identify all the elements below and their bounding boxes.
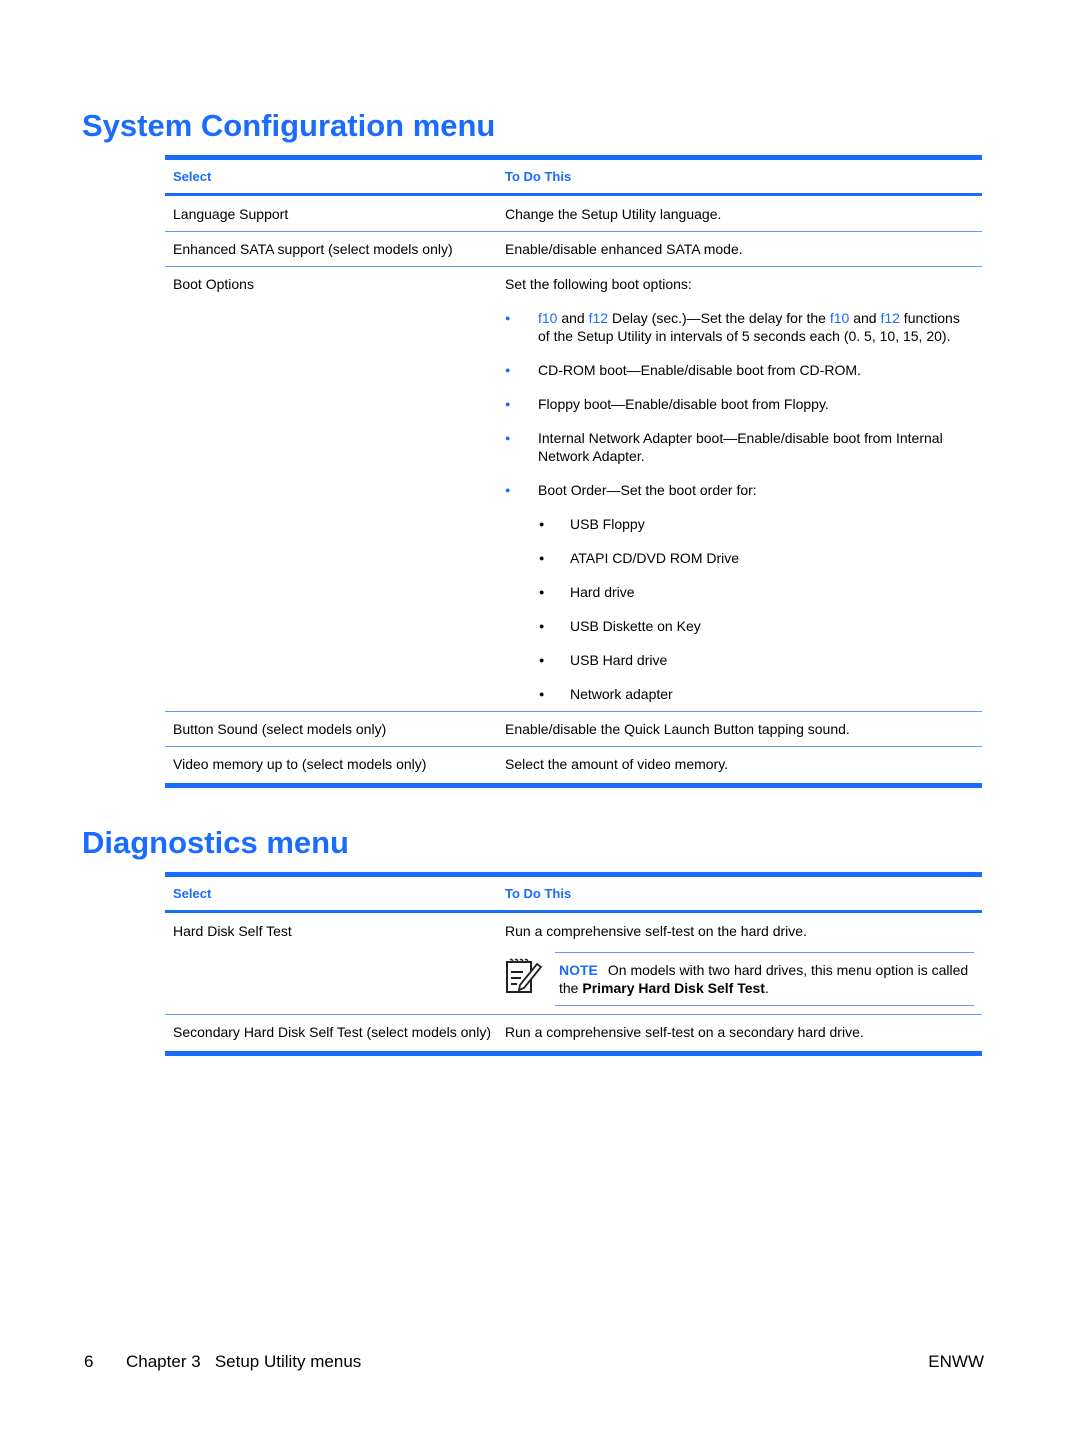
row-action: Run a comprehensive self-test on the har… (505, 922, 982, 1006)
table-row: Button Sound (select models only) Enable… (165, 712, 982, 747)
page-footer: 6 Chapter 3 Setup Utility menus ENWW (84, 1352, 984, 1372)
boot-options-intro: Set the following boot options: (505, 276, 692, 292)
row-select: Hard Disk Self Test (173, 923, 292, 939)
row-select: Video memory up to (select models only) (173, 756, 427, 772)
boot-options-list: f10 and f12 Delay (sec.)—Set the delay f… (505, 309, 974, 703)
row-action: Enable/disable the Quick Launch Button t… (505, 721, 850, 737)
diagnostics-table: Select To Do This Hard Disk Self Test Ru… (165, 872, 982, 1056)
list-item: USB Diskette on Key (538, 617, 974, 635)
list-item: Hard drive (538, 583, 974, 601)
row-action: Enable/disable enhanced SATA mode. (505, 241, 743, 257)
header-to-do-this: To Do This (505, 169, 572, 184)
system-configuration-table: Select To Do This Language Support Chang… (165, 155, 982, 788)
list-item: CD-ROM boot—Enable/disable boot from CD-… (505, 361, 974, 379)
table-row: Video memory up to (select models only) … (165, 747, 982, 783)
note-label: NOTE (559, 962, 598, 978)
note-box: NOTE On models with two hard drives, this… (505, 952, 974, 1006)
boot-order-list: USB Floppy ATAPI CD/DVD ROM Drive Hard d… (538, 515, 974, 703)
list-item: ATAPI CD/DVD ROM Drive (538, 549, 974, 567)
row-action: Select the amount of video memory. (505, 756, 729, 772)
row-select: Secondary Hard Disk Self Test (select mo… (173, 1024, 491, 1040)
list-item: USB Hard drive (538, 651, 974, 669)
list-item: Internal Network Adapter boot—Enable/dis… (505, 429, 974, 465)
list-item-boot-order: Boot Order—Set the boot order for: USB F… (505, 481, 974, 703)
header-select: Select (173, 886, 212, 901)
page-number: 6 (84, 1352, 94, 1371)
table-header: Select To Do This (165, 160, 982, 193)
row-action: Set the following boot options: f10 and … (505, 275, 982, 703)
row-select: Button Sound (select models only) (173, 721, 387, 737)
header-to-do-this: To Do This (505, 886, 572, 901)
list-item: USB Floppy (538, 515, 974, 533)
key-f12: f12 (588, 310, 609, 326)
note-text: NOTE On models with two hard drives, this… (555, 952, 974, 1006)
list-item: Network adapter (538, 685, 974, 703)
table-bottom-rule (165, 1051, 982, 1056)
locale-code: ENWW (928, 1352, 984, 1371)
key-f12: f12 (880, 310, 900, 326)
row-select: Language Support (173, 206, 289, 222)
table-row: Language Support Change the Setup Utilit… (165, 196, 982, 232)
list-item: Floppy boot—Enable/disable boot from Flo… (505, 395, 974, 413)
row-select: Boot Options (173, 276, 254, 292)
section-title-system-configuration: System Configuration menu (82, 108, 496, 143)
key-f10: f10 (829, 310, 850, 326)
section-title-diagnostics: Diagnostics menu (82, 825, 349, 860)
table-header: Select To Do This (165, 877, 982, 910)
table-row: Hard Disk Self Test Run a comprehensive … (165, 913, 982, 1015)
header-select: Select (173, 169, 212, 184)
table-row-boot-options: Boot Options Set the following boot opti… (165, 267, 982, 712)
chapter-title: Chapter 3 Setup Utility menus (126, 1352, 362, 1371)
row-select: Enhanced SATA support (select models onl… (173, 241, 453, 257)
table-bottom-rule (165, 783, 982, 788)
table-row: Secondary Hard Disk Self Test (select mo… (165, 1015, 982, 1051)
row-action: Run a comprehensive self-test on a secon… (505, 1024, 864, 1040)
key-f10: f10 (538, 310, 558, 326)
note-bold-term: Primary Hard Disk Self Test (582, 980, 765, 996)
row-action: Change the Setup Utility language. (505, 206, 722, 222)
table-row: Enhanced SATA support (select models onl… (165, 232, 982, 267)
note-pencil-icon (505, 952, 555, 1006)
list-item-delay: f10 and f12 Delay (sec.)—Set the delay f… (505, 309, 974, 345)
